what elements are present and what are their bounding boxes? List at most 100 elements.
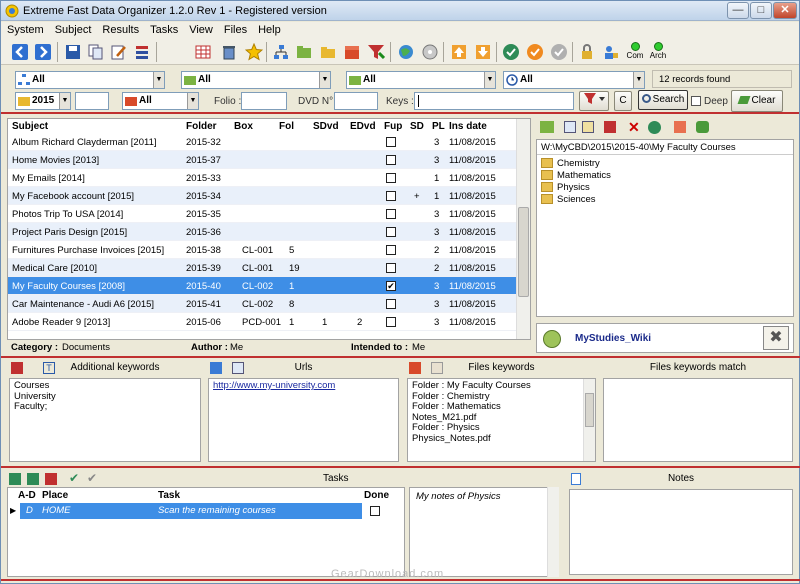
col-box[interactable]: Box <box>234 121 253 132</box>
keys-field[interactable] <box>414 92 574 110</box>
clear-button[interactable]: Clear <box>731 90 783 112</box>
notes-scrollbar[interactable] <box>547 487 559 577</box>
menu-subject[interactable]: Subject <box>49 22 97 36</box>
menu-results[interactable]: Results <box>96 22 144 36</box>
scroll-thumb[interactable] <box>518 207 529 297</box>
minimize-button[interactable]: — <box>727 2 749 19</box>
folder-item[interactable]: Physics <box>541 182 590 193</box>
filter-combo-1[interactable]: All ▼ <box>15 71 165 89</box>
wiki-open-icon[interactable] <box>543 330 561 348</box>
wiki-link[interactable]: MyStudies_Wiki <box>575 333 651 344</box>
paste-icon[interactable] <box>582 121 594 133</box>
filter-options-button[interactable] <box>579 91 609 111</box>
add-task-icon[interactable] <box>9 473 21 485</box>
task-row[interactable]: ▶ D HOME Scan the remaining courses <box>8 503 404 519</box>
filter-icon[interactable] <box>365 41 387 63</box>
tools-icon[interactable]: ✖ <box>763 326 789 350</box>
folder-item[interactable]: Sciences <box>541 194 596 205</box>
search-button[interactable]: Search <box>638 90 688 110</box>
files-keywords-list[interactable]: Folder : My Faculty Courses Folder : Che… <box>407 378 596 462</box>
table-row[interactable]: Car Maintenance - Audi A6 [2015] 2015-41 C… <box>8 295 518 313</box>
table-row[interactable]: Project Paris Design [2015] 2015-36 3 11/08… <box>8 223 518 241</box>
table-row[interactable]: My Faculty Courses [2008] 2015-40 CL-002 1 3… <box>8 277 518 295</box>
col-task[interactable]: Task <box>158 490 180 501</box>
table-row[interactable]: My Emails [2014] 2015-33 1 11/08/2015 <box>8 169 518 187</box>
delete-icon[interactable]: ✕ <box>628 119 640 136</box>
fup-checkbox[interactable] <box>386 263 396 273</box>
close-button[interactable]: ✕ <box>773 2 797 19</box>
task-done-checkbox[interactable] <box>370 506 380 516</box>
check-gray-icon[interactable]: ✔ <box>87 471 97 485</box>
filter-combo-6[interactable]: All ▼ <box>122 92 199 110</box>
table-icon[interactable] <box>192 41 214 63</box>
forward-button[interactable] <box>32 41 54 63</box>
table-row[interactable]: Home Movies [2013] 2015-37 3 11/08/2015 <box>8 151 518 169</box>
notes-body[interactable] <box>569 489 793 575</box>
disk-icon[interactable] <box>419 41 441 63</box>
star-icon[interactable] <box>243 41 265 63</box>
url-list-icon[interactable] <box>210 362 222 374</box>
col-done[interactable]: Done <box>364 490 389 501</box>
folders-icon[interactable] <box>317 41 339 63</box>
fup-checkbox[interactable]: ✔ <box>386 281 396 291</box>
archive-box-icon[interactable] <box>341 41 363 63</box>
edit-icon[interactable] <box>108 41 130 63</box>
table-row[interactable]: Medical Care [2010] 2015-39 CL-001 19 2 11/08… <box>8 259 518 277</box>
trash-icon[interactable] <box>218 41 240 63</box>
copy-icon[interactable] <box>85 41 107 63</box>
deep-checkbox[interactable] <box>691 96 701 106</box>
fup-checkbox[interactable] <box>386 191 396 201</box>
filter-combo-2[interactable]: All ▼ <box>181 71 331 89</box>
download-icon[interactable] <box>472 41 494 63</box>
calendar-icon[interactable] <box>674 121 686 133</box>
filter-combo-4[interactable]: All ▼ <box>503 71 645 89</box>
folder-item[interactable]: Mathematics <box>541 170 611 181</box>
folio-field[interactable] <box>241 92 287 110</box>
col-pl[interactable]: PL <box>432 121 445 132</box>
col-fol[interactable]: Fol <box>279 121 294 132</box>
keywords-list[interactable]: Courses University Faculty; <box>9 378 201 462</box>
col-edvd[interactable]: EDvd <box>350 121 376 132</box>
col-fup[interactable]: Fup <box>384 121 402 132</box>
fup-checkbox[interactable] <box>386 317 396 327</box>
dvd-field[interactable] <box>334 92 378 110</box>
notes-text[interactable]: My notes of Physics <box>409 487 559 577</box>
table-row[interactable]: My Facebook account [2015] 2015-34 +1 11/08… <box>8 187 518 205</box>
fup-checkbox[interactable] <box>386 209 396 219</box>
back-button[interactable] <box>9 41 31 63</box>
hierarchy-icon[interactable] <box>270 41 292 63</box>
refresh-icon[interactable] <box>648 121 661 134</box>
fup-checkbox[interactable] <box>386 137 396 147</box>
remove-task-icon[interactable] <box>45 473 57 485</box>
maximize-button[interactable]: □ <box>750 2 772 19</box>
filter-combo-3[interactable]: All ▼ <box>346 71 496 89</box>
save-icon[interactable] <box>62 41 84 63</box>
fup-checkbox[interactable] <box>386 299 396 309</box>
col-subject[interactable]: Subject <box>12 121 48 132</box>
col-ins-date[interactable]: Ins date <box>449 121 487 132</box>
table-row[interactable]: Photos Trip To USA [2014] 2015-35 3 11/08/2… <box>8 205 518 223</box>
check-icon[interactable]: ✔ <box>69 471 79 485</box>
table-row[interactable]: Furnitures Purchase Invoices [2015] 2015-… <box>8 241 518 259</box>
folder-tree-icon[interactable] <box>293 41 315 63</box>
files-spell-icon[interactable] <box>431 362 443 374</box>
menu-tasks[interactable]: Tasks <box>144 22 183 36</box>
add-folder-icon[interactable] <box>540 121 554 133</box>
menu-view[interactable]: View <box>183 22 218 36</box>
table-row[interactable]: Album Richard Clayderman [2011] 2015-32 3 1… <box>8 133 518 151</box>
fup-checkbox[interactable] <box>386 155 396 165</box>
add-subtask-icon[interactable] <box>27 473 39 485</box>
globe-icon[interactable] <box>395 41 417 63</box>
fup-checkbox[interactable] <box>386 227 396 237</box>
menu-files[interactable]: Files <box>218 22 252 36</box>
files-add-icon[interactable] <box>409 362 421 374</box>
url-copy-icon[interactable] <box>232 362 244 374</box>
user-lock-icon[interactable] <box>600 41 622 63</box>
col-sdvd[interactable]: SDvd <box>313 121 339 132</box>
edit-keywords-icon[interactable] <box>11 362 23 374</box>
menu-system[interactable]: System <box>1 22 49 36</box>
files-match-list[interactable] <box>603 378 793 462</box>
cut-icon[interactable] <box>604 121 616 133</box>
files-scrollbar[interactable] <box>583 379 595 461</box>
share-icon[interactable] <box>696 121 709 133</box>
